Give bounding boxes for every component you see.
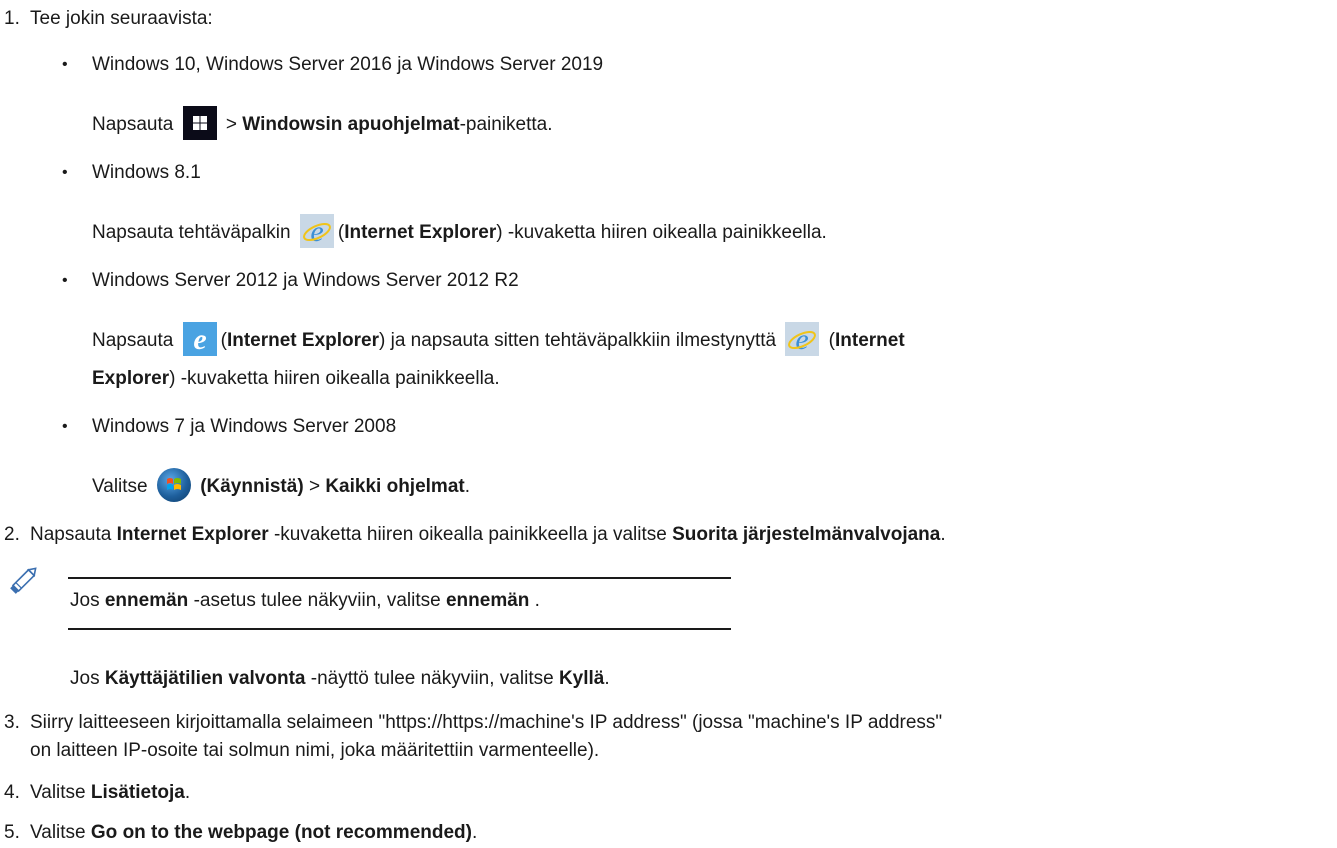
bold-term: ennemän (445, 590, 530, 611)
step-text: Siirry laitteeseen kirjoittamalla selaim… (30, 712, 943, 733)
internet-explorer-icon: e (785, 322, 820, 356)
step-number: 4. (4, 782, 20, 803)
bullet-instruction: Valitse (Käynnistä) > Kaikki ohjelmat. (92, 468, 470, 504)
svg-text:e: e (310, 215, 323, 248)
windows7-start-orb-icon (156, 468, 191, 502)
bullet-title: Windows Server 2012 ja Windows Server 20… (92, 270, 519, 291)
bold-term: Suorita järjestelmänvalvojana (672, 524, 941, 545)
bullet-instruction-cont: Explorer) -kuvaketta hiiren oikealla pai… (92, 368, 500, 390)
internet-explorer-icon: e (182, 322, 217, 356)
instruction-text: Napsauta (92, 330, 174, 352)
instruction-text: . (940, 524, 946, 545)
bold-term: Internet Explorer (226, 330, 379, 352)
bold-term: Explorer (92, 368, 170, 389)
instruction-text: -näyttö tulee näkyviin, valitse (310, 668, 554, 689)
step-number: 2. (4, 524, 20, 545)
bold-term: Go on to the webpage (not recommended) (90, 822, 472, 843)
bullet-title: Windows 10, Windows Server 2016 ja Windo… (92, 54, 604, 75)
note-top-rule (68, 577, 731, 579)
bullet-title: Windows 8.1 (92, 162, 201, 183)
step-number: 3. (4, 712, 20, 733)
bold-term: ennemän (104, 590, 189, 611)
instruction-text: . (471, 822, 478, 843)
bold-term: Windowsin apuohjelmat (242, 114, 460, 136)
instruction-text: Napsauta (92, 114, 174, 136)
bullet-title: Windows 7 ja Windows Server 2008 (92, 416, 397, 437)
bold-term: Kyllä (558, 668, 605, 689)
instruction-text: ) ja napsauta sitten tehtäväpalkkiin ilm… (379, 330, 777, 352)
bullet: • (62, 164, 68, 181)
instruction-text: Valitse (30, 822, 86, 843)
note-bottom-rule (68, 628, 731, 630)
instruction-text: Napsauta tehtäväpalkin (92, 222, 291, 244)
bullet: • (62, 272, 68, 289)
step-text: Valitse Lisätietoja. (30, 782, 190, 804)
greater-than: > (225, 114, 238, 136)
bold-term: Käyttäjätilien valvonta (104, 668, 306, 689)
bold-term: Kaikki ohjelmat (325, 476, 465, 498)
pencil-note-icon (8, 562, 42, 596)
bold-term: Lisätietoja (90, 782, 185, 803)
bold-term: (Käynnistä) (200, 476, 304, 498)
uac-text: Jos Käyttäjätilien valvonta -näyttö tule… (70, 668, 610, 690)
svg-text:e: e (193, 323, 206, 356)
instruction-text: -painiketta. (459, 114, 553, 136)
bullet-instruction: Napsauta > Windowsin apuohjelmat-painike… (92, 106, 553, 142)
instruction-text: Valitse (92, 476, 148, 498)
greater-than: > (308, 476, 321, 498)
instruction-text: Napsauta (30, 524, 112, 545)
instruction-text: -asetus tulee näkyviin, valitse (193, 590, 441, 611)
step-number: 5. (4, 822, 20, 843)
instruction-text: Jos (70, 668, 100, 689)
internet-explorer-icon: e (299, 214, 334, 248)
instruction-text: -kuvaketta hiiren oikealla painikkeella … (273, 524, 667, 545)
bullet: • (62, 56, 68, 73)
instruction-text: Valitse (30, 782, 86, 803)
step-text: Napsauta Internet Explorer -kuvaketta hi… (30, 524, 946, 546)
note-text: Jos ennemän -asetus tulee näkyviin, vali… (70, 590, 540, 612)
bold-term: Internet (835, 330, 905, 352)
svg-text:e: e (796, 323, 809, 356)
bullet-instruction: Napsauta e (Internet Explorer) ja napsau… (92, 322, 905, 358)
step-number: 1. (4, 8, 20, 29)
instruction-text: . (604, 668, 610, 689)
instruction-text: Jos (70, 590, 100, 611)
instruction-text: . (464, 476, 470, 498)
bullet-instruction: Napsauta tehtäväpalkin e (Internet Explo… (92, 214, 827, 250)
bold-term: Internet Explorer (344, 222, 497, 244)
instruction-text: . (184, 782, 191, 803)
instruction-text: ) -kuvaketta hiiren oikealla painikkeell… (169, 368, 500, 389)
instruction-text: ) -kuvaketta hiiren oikealla painikkeell… (496, 222, 827, 244)
bold-term: Internet Explorer (116, 524, 269, 545)
instruction-text: . (534, 590, 540, 611)
step-text: Valitse Go on to the webpage (not recomm… (30, 822, 477, 844)
step-text: Tee jokin seuraavista: (30, 8, 213, 29)
bullet: • (62, 418, 68, 435)
step-text-cont: on laitteen IP-osoite tai solmun nimi, j… (30, 740, 600, 761)
windows-logo-icon (182, 106, 217, 140)
